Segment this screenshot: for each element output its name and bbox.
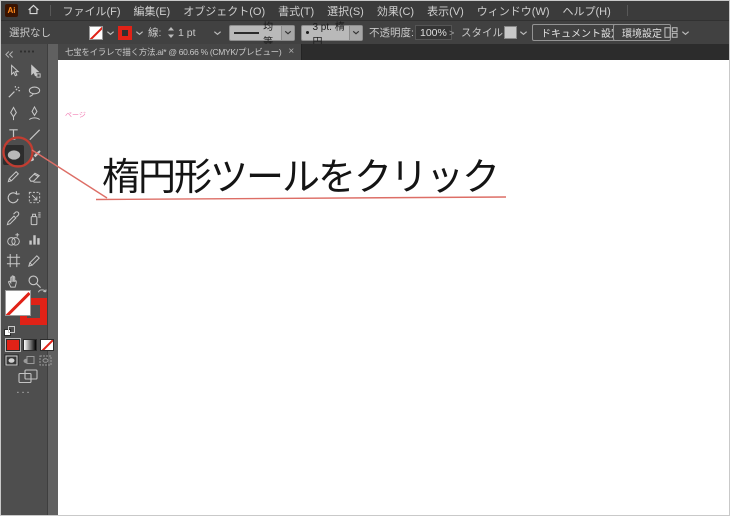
menu-item-window[interactable]: ウィンドウ(W)	[470, 3, 556, 19]
arrange-documents-icon[interactable]	[664, 21, 678, 44]
tool-hand[interactable]	[4, 272, 23, 290]
tool-lasso[interactable]	[25, 83, 44, 101]
tool-slice[interactable]	[25, 251, 44, 269]
control-bar: 選択なし 線: 1 pt 均等 3 pt. 楕円 不透明度: 100% > スタ…	[1, 20, 729, 48]
document-tab[interactable]: 七宝をイラレで描く方法.ai* @ 60.66 % (CMYK/プレビュー) ×	[58, 44, 302, 60]
tool-free-transform[interactable]	[25, 188, 44, 206]
brush-name-label: 3 pt. 楕円	[312, 21, 345, 48]
callout-text: 楕円形ツールをクリック	[102, 157, 500, 199]
opacity-field[interactable]: 100%	[415, 21, 452, 44]
chevron-down-icon[interactable]	[519, 21, 528, 44]
tool-pencil[interactable]	[4, 167, 23, 185]
panel-drag-handle[interactable]	[19, 50, 35, 53]
tools-panel: ...	[1, 44, 58, 515]
menu-bar: Ai ファイル(F) 編集(E) オブジェクト(O) 書式(T) 選択(S) 効…	[1, 1, 729, 20]
tool-symbol-sprayer[interactable]	[25, 209, 44, 227]
width-profile-label: 均等	[263, 21, 274, 48]
menu-item-type[interactable]: 書式(T)	[272, 3, 321, 19]
tool-artboard[interactable]	[4, 251, 23, 269]
chevron-down-icon[interactable]	[106, 21, 115, 44]
chevron-down-icon	[281, 25, 294, 40]
stroke-label: 線:	[148, 27, 162, 39]
menu-items: ファイル(F) 編集(E) オブジェクト(O) 書式(T) 選択(S) 効果(C…	[56, 3, 617, 19]
close-tab-icon[interactable]: ×	[288, 47, 294, 57]
chevron-down-icon	[349, 25, 362, 40]
stroke-color-swatch[interactable]	[118, 21, 132, 44]
opacity-expand-arrow[interactable]: >	[449, 21, 454, 44]
app-icon[interactable]: Ai	[5, 4, 18, 17]
width-profile-dropdown[interactable]: 均等	[229, 21, 295, 48]
illustrator-window: Ai ファイル(F) 編集(E) オブジェクト(O) 書式(T) 選択(S) 効…	[0, 0, 730, 516]
tool-rotate[interactable]	[4, 188, 23, 206]
divider	[627, 5, 629, 16]
tool-direct-selection[interactable]	[25, 62, 44, 80]
tool-pen[interactable]	[4, 104, 23, 122]
more-tools-button[interactable]: ...	[1, 384, 47, 396]
stroke-weight-stepper[interactable]	[167, 21, 175, 44]
chevron-down-icon[interactable]	[681, 21, 690, 44]
tool-magic-wand[interactable]	[4, 83, 23, 101]
preferences-button[interactable]: 環境設定	[613, 21, 671, 44]
stroke-weight-value[interactable]: 1 pt	[178, 21, 196, 44]
opacity-label: 不透明度:	[369, 27, 414, 39]
tool-line-segment[interactable]	[25, 125, 44, 143]
brush-dropdown[interactable]: 3 pt. 楕円	[301, 21, 363, 48]
home-icon[interactable]	[27, 3, 40, 19]
divider	[50, 5, 51, 16]
menu-item-view[interactable]: 表示(V)	[421, 3, 471, 19]
none-button[interactable]	[40, 339, 54, 351]
menu-item-object[interactable]: オブジェクト(O)	[177, 3, 272, 19]
tool-ellipse[interactable]	[3, 145, 24, 165]
tool-eraser[interactable]	[25, 167, 44, 185]
chevron-down-icon[interactable]	[135, 21, 144, 44]
tool-graph[interactable]	[25, 230, 44, 248]
panel-gutter	[47, 44, 58, 515]
tool-shape-builder[interactable]	[4, 230, 23, 248]
gradient-button[interactable]	[23, 339, 37, 351]
tool-paintbrush[interactable]	[25, 146, 44, 164]
document-tab-bar: 七宝をイラレで描く方法.ai* @ 60.66 % (CMYK/プレビュー) ×	[58, 44, 729, 60]
draw-inside-mode-button[interactable]	[38, 354, 53, 366]
style-swatch[interactable]	[504, 21, 517, 44]
menu-item-select[interactable]: 選択(S)	[321, 3, 371, 19]
tool-selection[interactable]	[4, 62, 23, 80]
selection-status: 選択なし	[9, 27, 51, 39]
document-tab-title: 七宝をイラレで描く方法.ai* @ 60.66 % (CMYK/プレビュー)	[65, 47, 282, 57]
menu-item-effect[interactable]: 効果(C)	[370, 3, 420, 19]
style-label: スタイル:	[461, 27, 506, 39]
canvas[interactable]: ページ 楕円形ツールをクリック	[58, 60, 729, 515]
page-label: ページ	[65, 112, 86, 119]
tool-type[interactable]	[4, 125, 23, 143]
menu-item-help[interactable]: ヘルプ(H)	[556, 3, 617, 19]
fill-indicator-none[interactable]	[5, 290, 31, 316]
menu-item-file[interactable]: ファイル(F)	[56, 3, 127, 19]
fill-swatch[interactable]	[89, 21, 103, 44]
menu-item-edit[interactable]: 編集(E)	[127, 3, 177, 19]
draw-behind-mode-button[interactable]	[21, 354, 36, 366]
tool-curvature[interactable]	[25, 104, 44, 122]
tool-eyedropper[interactable]	[4, 209, 23, 227]
stroke-weight-dropdown-icon[interactable]	[213, 21, 222, 44]
default-fill-stroke-icon[interactable]	[4, 324, 15, 342]
draw-normal-mode-button[interactable]	[4, 354, 19, 366]
